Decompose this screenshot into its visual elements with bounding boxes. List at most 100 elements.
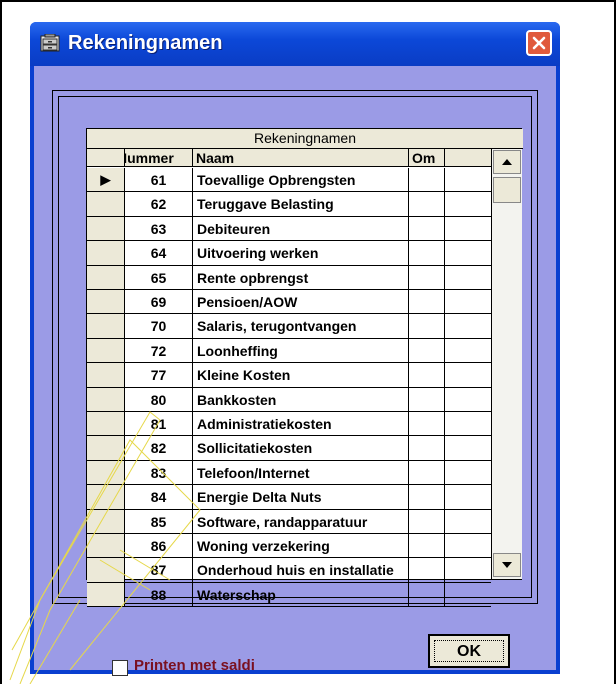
om-cell[interactable]: [409, 290, 445, 315]
row-indicator[interactable]: [87, 290, 125, 315]
account-number-cell[interactable]: 65: [125, 265, 193, 290]
account-number-cell[interactable]: 85: [125, 509, 193, 534]
row-indicator[interactable]: [87, 485, 125, 510]
account-name-cell[interactable]: Pensioen/AOW: [193, 290, 409, 315]
table-row[interactable]: 86 Woning verzekering: [87, 534, 491, 559]
table-row[interactable]: 65 Rente opbrengst: [87, 265, 491, 290]
account-name-cell[interactable]: Rente opbrengst: [193, 265, 409, 290]
account-number-cell[interactable]: 80: [125, 387, 193, 412]
account-name-cell[interactable]: Loonheffing: [193, 338, 409, 364]
vertical-scrollbar[interactable]: [491, 149, 522, 579]
row-indicator[interactable]: [87, 314, 125, 339]
om-cell[interactable]: [409, 363, 445, 388]
row-indicator[interactable]: [87, 412, 125, 437]
om-cell[interactable]: [409, 314, 445, 339]
account-number-cell[interactable]: 84: [125, 485, 193, 510]
om-cell[interactable]: [409, 460, 445, 486]
ok-button[interactable]: OK: [428, 634, 510, 668]
account-number-cell[interactable]: 88: [125, 582, 193, 608]
account-name-cell[interactable]: Salaris, terugontvangen: [193, 314, 409, 339]
table-row[interactable]: ▶ 61 Toevallige Opbrengsten: [87, 168, 491, 193]
table-row[interactable]: 64 Uitvoering werken: [87, 241, 491, 266]
row-indicator[interactable]: [87, 387, 125, 412]
table-row[interactable]: 85 Software, randapparatuur: [87, 509, 491, 534]
column-header-name[interactable]: Naam: [193, 149, 409, 167]
table-row[interactable]: 83 Telefoon/Internet: [87, 460, 491, 486]
account-name-cell[interactable]: Toevallige Opbrengsten: [193, 168, 409, 193]
table-row[interactable]: 88 Waterschap: [87, 582, 491, 608]
row-indicator[interactable]: [87, 192, 125, 217]
account-name-cell[interactable]: Administratiekosten: [193, 412, 409, 437]
row-indicator[interactable]: [87, 338, 125, 364]
om-cell[interactable]: [409, 387, 445, 412]
om-cell[interactable]: [409, 241, 445, 266]
om-cell[interactable]: [409, 265, 445, 290]
om-cell[interactable]: [409, 485, 445, 510]
table-row[interactable]: 81 Administratiekosten: [87, 412, 491, 437]
row-indicator[interactable]: [87, 241, 125, 266]
account-name-cell[interactable]: Telefoon/Internet: [193, 460, 409, 486]
account-number-cell[interactable]: 64: [125, 241, 193, 266]
account-number-cell[interactable]: 72: [125, 338, 193, 364]
account-name-cell[interactable]: Sollicitatiekosten: [193, 436, 409, 461]
account-number-cell[interactable]: 81: [125, 412, 193, 437]
account-number-cell[interactable]: 69: [125, 290, 193, 315]
title-bar[interactable]: Rekeningnamen: [30, 22, 560, 66]
om-cell[interactable]: [409, 582, 445, 608]
account-name-cell[interactable]: Onderhoud huis en installatie: [193, 558, 409, 583]
om-cell[interactable]: [409, 192, 445, 217]
om-cell[interactable]: [409, 338, 445, 364]
row-indicator[interactable]: [87, 216, 125, 242]
om-cell[interactable]: [409, 168, 445, 193]
column-header-number[interactable]: Nummer: [125, 149, 193, 167]
table-row[interactable]: 82 Sollicitatiekosten: [87, 436, 491, 461]
account-number-cell[interactable]: 86: [125, 534, 193, 559]
table-row[interactable]: 70 Salaris, terugontvangen: [87, 314, 491, 339]
account-name-cell[interactable]: Teruggave Belasting: [193, 192, 409, 217]
om-cell[interactable]: [409, 216, 445, 242]
om-cell[interactable]: [409, 412, 445, 437]
account-number-cell[interactable]: 61: [125, 168, 193, 193]
om-cell[interactable]: [409, 558, 445, 583]
account-number-cell[interactable]: 63: [125, 216, 193, 242]
account-number-cell[interactable]: 83: [125, 460, 193, 486]
account-number-cell[interactable]: 82: [125, 436, 193, 461]
table-row[interactable]: 69 Pensioen/AOW: [87, 290, 491, 315]
om-cell[interactable]: [409, 534, 445, 559]
account-number-cell[interactable]: 70: [125, 314, 193, 339]
row-indicator[interactable]: [87, 436, 125, 461]
row-indicator[interactable]: [87, 582, 125, 608]
table-row[interactable]: 84 Energie Delta Nuts: [87, 485, 491, 510]
account-name-cell[interactable]: Waterschap: [193, 582, 409, 608]
account-number-cell[interactable]: 87: [125, 558, 193, 583]
account-number-cell[interactable]: 77: [125, 363, 193, 388]
scroll-up-button[interactable]: [493, 150, 521, 174]
scroll-thumb[interactable]: [493, 177, 521, 203]
table-row[interactable]: 87 Onderhoud huis en installatie: [87, 558, 491, 583]
om-cell[interactable]: [409, 436, 445, 461]
print-balances-checkbox[interactable]: [112, 660, 128, 676]
om-cell[interactable]: [409, 509, 445, 534]
table-row[interactable]: 63 Debiteuren: [87, 216, 491, 242]
row-indicator[interactable]: [87, 558, 125, 583]
row-indicator[interactable]: [87, 363, 125, 388]
account-name-cell[interactable]: Debiteuren: [193, 216, 409, 242]
row-indicator[interactable]: [87, 460, 125, 486]
account-number-cell[interactable]: 62: [125, 192, 193, 217]
account-name-cell[interactable]: Bankkosten: [193, 387, 409, 412]
table-row[interactable]: 80 Bankkosten: [87, 387, 491, 412]
table-row[interactable]: 77 Kleine Kosten: [87, 363, 491, 388]
column-header-om[interactable]: Om: [409, 149, 445, 167]
accounts-grid[interactable]: Rekeningnamen Nummer Naam Om ▶61Toevalli…: [86, 128, 523, 608]
row-indicator[interactable]: [87, 534, 125, 559]
account-name-cell[interactable]: Software, randapparatuur: [193, 509, 409, 534]
account-name-cell[interactable]: Energie Delta Nuts: [193, 485, 409, 510]
current-row-indicator-icon[interactable]: ▶: [87, 168, 125, 193]
close-button[interactable]: [526, 30, 552, 56]
table-row[interactable]: 72 Loonheffing: [87, 338, 491, 364]
row-indicator[interactable]: [87, 509, 125, 534]
table-row[interactable]: 62 Teruggave Belasting: [87, 192, 491, 217]
scroll-down-button[interactable]: [493, 553, 521, 577]
account-name-cell[interactable]: Woning verzekering: [193, 534, 409, 559]
row-indicator[interactable]: [87, 265, 125, 290]
